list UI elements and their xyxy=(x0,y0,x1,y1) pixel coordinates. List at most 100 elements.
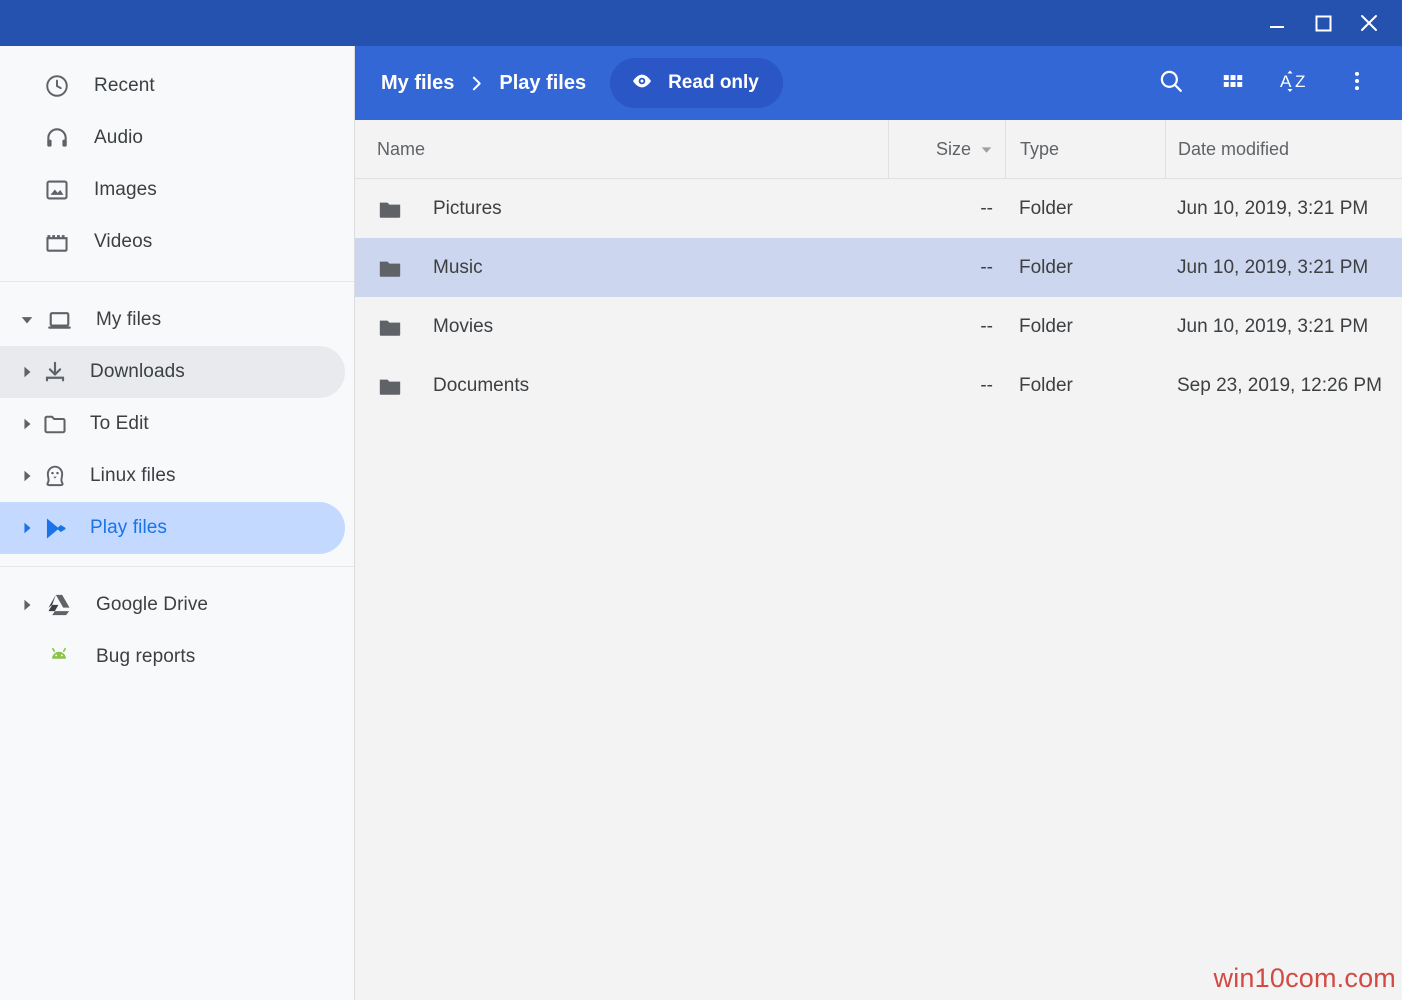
window-body: Recent Audio Images Videos My files Down… xyxy=(0,46,1402,1000)
folder-icon xyxy=(377,255,403,281)
sidebar-item-to-edit[interactable]: To Edit xyxy=(0,398,345,450)
main-panel: My files Play files Read only A Z Name S… xyxy=(355,46,1402,1000)
cell-name: Music xyxy=(355,255,888,281)
google-play-icon xyxy=(40,515,70,542)
svg-text:Z: Z xyxy=(1295,72,1305,91)
chevron-right-icon[interactable] xyxy=(14,365,40,379)
table-row[interactable]: Music -- Folder Jun 10, 2019, 3:21 PM xyxy=(355,238,1402,297)
sidebar-item-label: Videos xyxy=(94,231,153,252)
cell-date-modified: Jun 10, 2019, 3:21 PM xyxy=(1165,316,1402,338)
sort-az-icon: A Z xyxy=(1278,64,1312,103)
column-header-label: Name xyxy=(377,138,426,159)
minimize-button[interactable] xyxy=(1254,0,1300,46)
breadcrumb-item-play-files[interactable]: Play files xyxy=(499,72,586,95)
sidebar-item-bug-reports[interactable]: Bug reports xyxy=(0,631,354,683)
file-type: Folder xyxy=(1019,197,1073,219)
sidebar-item-label: Recent xyxy=(94,75,155,96)
chevron-right-icon xyxy=(468,75,485,92)
table-body: Pictures -- Folder Jun 10, 2019, 3:21 PM xyxy=(355,179,1402,1000)
file-name: Pictures xyxy=(433,197,502,219)
sidebar-item-label: To Edit xyxy=(90,413,149,434)
cell-type: Folder xyxy=(1005,375,1165,397)
files-app-window: Recent Audio Images Videos My files Down… xyxy=(0,0,1402,1000)
close-button[interactable] xyxy=(1346,0,1392,46)
search-button[interactable] xyxy=(1140,52,1202,114)
breadcrumb: My files Play files xyxy=(381,72,586,95)
sidebar-item-audio[interactable]: Audio xyxy=(0,112,354,164)
file-size: -- xyxy=(980,197,993,219)
chevron-right-icon[interactable] xyxy=(14,469,40,483)
image-icon xyxy=(42,177,72,203)
download-icon xyxy=(40,359,70,385)
sidebar-item-google-drive[interactable]: Google Drive xyxy=(0,579,354,631)
chevron-right-icon[interactable] xyxy=(14,598,40,612)
file-size: -- xyxy=(980,374,993,396)
sidebar: Recent Audio Images Videos My files Down… xyxy=(0,46,355,1000)
file-size: -- xyxy=(980,256,993,278)
read-only-label: Read only xyxy=(668,72,759,93)
sidebar-item-videos[interactable]: Videos xyxy=(0,216,354,268)
file-list-table: Name Size Type Date modified Pictures --… xyxy=(355,120,1402,1000)
column-header-date-modified[interactable]: Date modified xyxy=(1165,120,1402,178)
chevron-right-icon[interactable] xyxy=(14,521,40,535)
column-header-label: Size xyxy=(935,138,971,159)
file-date-modified: Jun 10, 2019, 3:21 PM xyxy=(1177,197,1369,219)
table-row[interactable]: Documents -- Folder Sep 23, 2019, 12:26 … xyxy=(355,356,1402,415)
cell-name: Pictures xyxy=(355,196,888,222)
sort-descending-icon xyxy=(980,143,993,156)
cell-size: -- xyxy=(888,257,1005,279)
file-size: -- xyxy=(980,315,993,337)
sidebar-item-label: Images xyxy=(94,179,157,200)
file-name: Documents xyxy=(433,374,530,396)
cell-date-modified: Jun 10, 2019, 3:21 PM xyxy=(1165,198,1402,220)
chevron-right-icon[interactable] xyxy=(14,417,40,431)
sidebar-item-images[interactable]: Images xyxy=(0,164,354,216)
cell-name: Documents xyxy=(355,373,888,399)
table-row[interactable]: Pictures -- Folder Jun 10, 2019, 3:21 PM xyxy=(355,179,1402,238)
view-grid-button[interactable] xyxy=(1202,52,1264,114)
cell-date-modified: Jun 10, 2019, 3:21 PM xyxy=(1165,257,1402,279)
column-header-label: Date modified xyxy=(1178,138,1290,159)
google-drive-icon xyxy=(44,591,74,619)
sidebar-item-label: Google Drive xyxy=(96,594,209,615)
column-header-type[interactable]: Type xyxy=(1005,120,1165,178)
more-options-button[interactable] xyxy=(1326,52,1388,114)
folder-icon xyxy=(377,196,403,222)
eye-icon xyxy=(630,69,654,98)
sidebar-item-label: Audio xyxy=(94,127,144,148)
breadcrumb-item-my-files[interactable]: My files xyxy=(381,72,454,95)
headphones-icon xyxy=(42,125,72,151)
column-header-size[interactable]: Size xyxy=(888,120,1005,178)
sidebar-item-play-files[interactable]: Play files xyxy=(0,502,345,554)
sidebar-item-label: Linux files xyxy=(90,465,176,486)
read-only-badge[interactable]: Read only xyxy=(610,58,783,108)
maximize-button[interactable] xyxy=(1300,0,1346,46)
minimize-icon xyxy=(1270,26,1284,28)
sidebar-section-shortcuts: Recent Audio Images Videos xyxy=(0,46,354,281)
sidebar-item-recent[interactable]: Recent xyxy=(0,60,354,112)
sidebar-item-label: Bug reports xyxy=(96,646,196,667)
toolbar: My files Play files Read only A Z xyxy=(355,46,1402,120)
chevron-down-icon[interactable] xyxy=(14,313,40,327)
folder-icon xyxy=(40,411,70,437)
file-type: Folder xyxy=(1019,256,1073,278)
table-row[interactable]: Movies -- Folder Jun 10, 2019, 3:21 PM xyxy=(355,297,1402,356)
column-header-label: Type xyxy=(1020,138,1060,159)
file-type: Folder xyxy=(1019,374,1073,396)
cell-date-modified: Sep 23, 2019, 12:26 PM xyxy=(1165,375,1402,397)
sidebar-item-my-files[interactable]: My files xyxy=(0,294,354,346)
search-icon xyxy=(1157,67,1185,100)
sort-button[interactable]: A Z xyxy=(1264,52,1326,114)
column-header-name[interactable]: Name xyxy=(355,120,888,178)
file-type: Folder xyxy=(1019,315,1073,337)
grid-view-icon xyxy=(1220,68,1246,99)
cell-type: Folder xyxy=(1005,257,1165,279)
folder-icon xyxy=(377,373,403,399)
sidebar-section-my-files: My files Downloads To Edit Linux files P… xyxy=(0,282,354,566)
sidebar-item-label: Play files xyxy=(90,517,168,538)
sidebar-item-downloads[interactable]: Downloads xyxy=(0,346,345,398)
more-vertical-icon xyxy=(1344,68,1370,99)
sidebar-item-label: My files xyxy=(96,309,162,330)
sidebar-item-linux-files[interactable]: Linux files xyxy=(0,450,345,502)
sidebar-section-cloud: Google Drive Bug reports xyxy=(0,567,354,683)
